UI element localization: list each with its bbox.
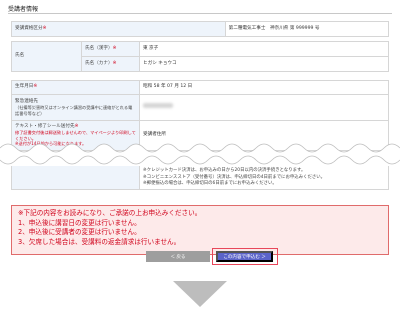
notice-line-1: ※下記の内容をお読みになり、ご承諾の上お申込みください。: [18, 209, 202, 217]
name-kana-label-cell: 氏名（カナ）※: [81, 56, 140, 72]
emergency-value: [139, 94, 389, 121]
name-table: 氏名 氏名（漢字）※ 東 京子 氏名（カナ）※ ヒガシ キョウコ: [11, 41, 389, 72]
shipping-label: テキスト・修了シール送付先: [15, 123, 75, 129]
row-name-kanji: 氏名 氏名（漢字）※ 東 京子: [11, 41, 389, 72]
payment-note-3: ※郵便振込の場合は、申込締切日の6日前までにお申込みください。: [143, 181, 277, 187]
birthdate-label-cell: 生年月日※: [11, 80, 140, 95]
payment-note-1: ※クレジットカード決済は、お申込みの日から20日以内の決済手続きとなります。: [143, 168, 306, 173]
birthdate-label: 生年月日: [15, 84, 34, 90]
name-kanji-label: 氏名（漢字）: [85, 45, 113, 51]
notice-line-4: 3、欠席した場合は、受講料の返金請求は行いません。: [18, 237, 181, 246]
payment-notes: ※クレジットカード決済は、お申込みの日から20日以内の決済手続きとなります。 ※…: [143, 168, 325, 188]
qualification-value: 第二種電気工事士 神奈川県 第 999999 号: [224, 21, 390, 37]
applicant-info-table: 受講資格区分※ 第二種電気工事士 神奈川県 第 999999 号: [11, 21, 390, 37]
required-mark: ※: [74, 123, 79, 129]
required-mark: ※: [112, 60, 117, 66]
back-button[interactable]: ＜ 戻る: [146, 251, 210, 262]
payment-label-cell: [12, 166, 140, 189]
required-mark: ※: [33, 84, 38, 90]
name-label: 氏名: [15, 53, 25, 59]
name-kanji-label-cell: 氏名（漢字）※: [81, 41, 140, 57]
consent-notice: ※下記の内容をお読みになり、ご承諾の上お申込みください。 1、申込後に講習日の変…: [11, 205, 389, 255]
qualification-label: 受講資格区分: [15, 25, 43, 31]
payment-notes-box: ※クレジットカード決済は、お申込みの日から20日以内の決済手続きとなります。 ※…: [11, 166, 389, 190]
row-qualification: 受講資格区分※ 第二種電気工事士 神奈川県 第 999999 号: [11, 21, 390, 37]
name-kana-label: 氏名（カナ）: [85, 60, 113, 66]
notice-line-3: 2、申込後に受講者の変更は行いません。: [18, 228, 141, 237]
emergency-label-cell: 緊急連絡先 （社備等災害時又はオンライン講習の受講中に連絡がとれる電話番号等など…: [11, 94, 140, 121]
qualification-label-cell: 受講資格区分※: [11, 21, 226, 37]
name-label-cell: 氏名: [11, 41, 82, 72]
required-mark: ※: [112, 45, 117, 51]
row-emergency-contact: 緊急連絡先 （社備等災害時又はオンライン講習の受講中に連絡がとれる電話番号等など…: [11, 94, 389, 121]
apply-button[interactable]: この内容で申込む ＞: [216, 251, 273, 262]
name-kana-value: ヒガシ キョウコ: [139, 56, 389, 72]
apply-button-highlight: この内容で申込む ＞: [212, 248, 278, 265]
section-title: 受講者情報: [8, 6, 39, 13]
emergency-label-note: （社備等災害時又はオンライン講習の受講中に連絡がとれる電話番号等など）: [15, 104, 133, 116]
section-divider: [8, 13, 392, 14]
name-kanji-value: 東 京子: [139, 41, 389, 57]
notice-line-2: 1、申込後に講習日の変更は行いません。: [18, 218, 141, 227]
required-mark: ※: [42, 25, 47, 31]
row-birthdate: 生年月日※ 昭和 58 年 07 月 12 日: [11, 80, 389, 95]
birthdate-value: 昭和 58 年 07 月 12 日: [139, 80, 389, 95]
redacted-phone: [143, 103, 173, 109]
down-arrow-icon: [173, 281, 227, 307]
